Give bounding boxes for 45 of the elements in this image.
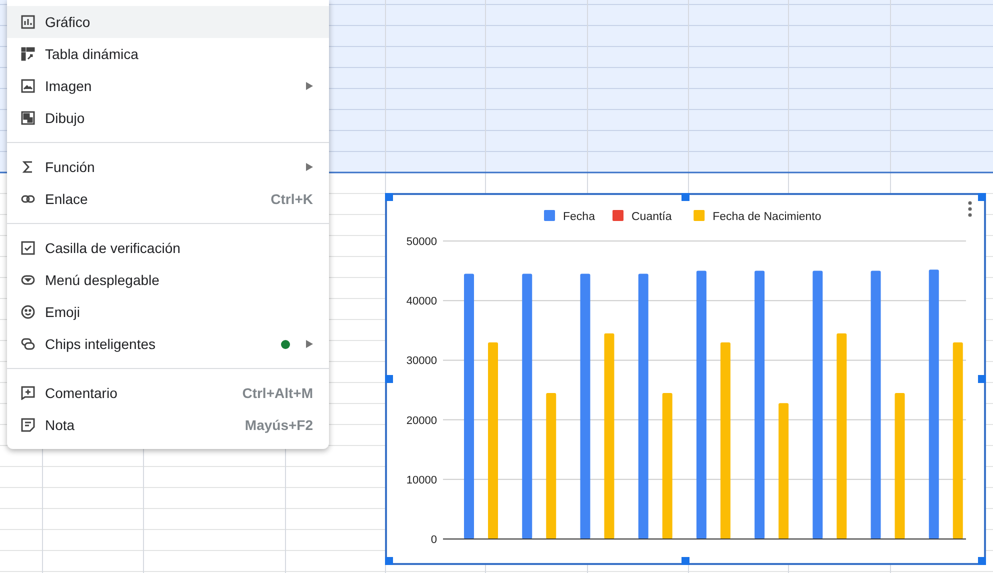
menu-item[interactable]: Enlace Ctrl+K [7, 183, 329, 215]
resize-handle[interactable] [385, 193, 393, 201]
resize-handle[interactable] [978, 375, 986, 383]
resize-handle[interactable] [978, 193, 986, 201]
shortcut-text: Ctrl+K [270, 190, 313, 208]
add-comment-icon [21, 386, 35, 400]
note-icon [21, 418, 35, 432]
chips-icon [21, 337, 35, 351]
legend-label: Fecha de Nacimiento [712, 211, 822, 223]
image-icon [21, 79, 35, 93]
legend-label: Cuantía [632, 211, 672, 223]
menu-item[interactable]: Emoji [7, 296, 329, 328]
shortcut-text: Mayús+F2 [244, 416, 313, 435]
chart-icon [21, 15, 35, 29]
smiley-icon [21, 305, 35, 319]
shortcut-text: Ctrl+Alt+M [242, 384, 313, 402]
y-tick-label: 40000 [406, 296, 437, 308]
y-tick-label: 50000 [406, 236, 437, 248]
resize-handle[interactable] [978, 557, 986, 565]
y-tick-label: 30000 [406, 355, 437, 368]
resize-handle[interactable] [385, 375, 393, 383]
resize-handle[interactable] [682, 557, 690, 565]
menu-item[interactable]: Gráfico [7, 6, 329, 38]
menu-item[interactable]: Chips inteligentes [7, 328, 329, 360]
sigma-icon [21, 160, 35, 174]
y-tick-label: 10000 [406, 474, 437, 486]
more-options-icon[interactable] [968, 201, 972, 217]
pivot-table-icon [21, 47, 35, 61]
menu-item[interactable]: Nota Mayús+F2 [7, 409, 329, 441]
menu-item[interactable]: Dibujo [7, 102, 329, 134]
menu-item[interactable]: Función [7, 151, 329, 183]
checkbox-icon [21, 241, 35, 255]
menu-item[interactable]: Casilla de verificación [7, 232, 329, 264]
legend-label: Fecha [563, 211, 595, 223]
dropdown-icon [21, 273, 35, 287]
chart-object[interactable]: 0 10000 20000 30000 40000 50000 Fecha Cuantía Fecha de Nacimiento [385, 193, 986, 565]
menu-item[interactable]: Menú desplegable [7, 264, 329, 296]
menu-item[interactable]: Imagen [7, 70, 329, 102]
resize-handle[interactable] [385, 557, 393, 565]
drawing-icon [21, 111, 35, 125]
resize-handle[interactable] [682, 193, 690, 201]
menu-item[interactable]: Comentario Ctrl+Alt+M [7, 377, 329, 409]
y-tick-label: 20000 [406, 414, 437, 427]
y-tick-label: 0 [430, 534, 437, 546]
menu-item[interactable]: Tabla dinámica [7, 38, 329, 70]
